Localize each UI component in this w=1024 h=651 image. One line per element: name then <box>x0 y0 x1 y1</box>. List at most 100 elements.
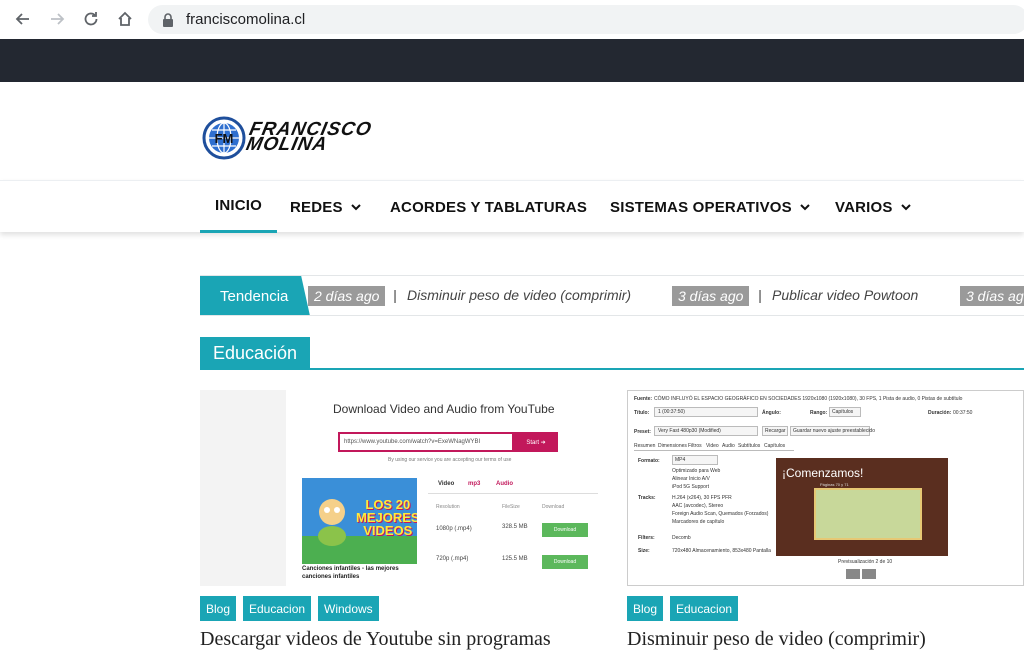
thumb-preview-caption: Previsualización 2 de 10 <box>838 559 893 565</box>
post-title[interactable]: Disminuir peso de video (comprimir) <box>627 628 926 651</box>
chevron-down-icon <box>350 204 361 211</box>
post-title[interactable]: Descargar videos de Youtube sin programa… <box>200 628 551 651</box>
nav-label: INICIO <box>215 197 263 214</box>
address-bar[interactable]: franciscomolina.cl <box>148 5 1024 34</box>
back-button[interactable] <box>12 8 34 30</box>
site-header: FM Francisco Molina <box>0 82 1024 180</box>
section-title[interactable]: Educación <box>200 337 311 370</box>
nav-item-inicio[interactable]: INICIO <box>200 181 278 233</box>
thumb-reload-label: Recargar <box>765 428 786 434</box>
thumb-tab: Resumen <box>634 443 656 449</box>
thumb-track: AAC (avcodec), Stereo <box>672 503 724 509</box>
nav-label: ACORDES Y TABLATURAS <box>390 198 588 216</box>
thumb-format-label: Formato: <box>638 458 660 464</box>
thumb-tracks-label: Tracks: <box>638 495 656 501</box>
thumb-col-download: Download <box>542 504 565 510</box>
ticker-separator: | <box>393 287 397 303</box>
home-button[interactable] <box>114 8 136 30</box>
site-logo[interactable]: Francisco Molina <box>244 119 374 155</box>
thumb-heading: Download Video and Audio from YouTube <box>333 402 555 416</box>
thumb-opt: iPod 5G Support <box>672 484 709 490</box>
thumb-side-panel <box>200 390 286 586</box>
thumb-video-sticker: LOS 20 MEJORES VIDEOS <box>356 497 417 538</box>
thumb-note: By using our service you are accepting o… <box>388 457 512 463</box>
post-thumbnail[interactable]: Download Video and Audio from YouTube ht… <box>200 390 602 586</box>
post-thumbnail[interactable]: Fuente: CÓMO INFLUYÓ EL ESPACIO GEOGRÁFI… <box>627 390 1024 586</box>
nav-label: VARIOS <box>835 198 893 216</box>
thumb-tab: Capítulos <box>764 443 786 449</box>
thumb-range-select: Capítulos <box>829 407 861 417</box>
thumb-opt: Alinear Inicio A/V <box>672 476 710 482</box>
thumb-format-value: MP4 <box>675 457 686 463</box>
forward-button[interactable] <box>46 8 68 30</box>
thumb-tab-audio: Audio <box>496 481 513 487</box>
thumb-row-size: 328.5 MB <box>502 524 528 530</box>
thumb-title-select: 1 (00:37:50) <box>654 407 758 417</box>
trending-ticker: Tendencia 2 días ago | Disminuir peso de… <box>200 275 1024 316</box>
thumb-video-caption: Canciones infantiles - las mejores canci… <box>302 566 399 580</box>
thumb-duration-value: 00:37:50 <box>953 410 973 416</box>
section-header: Educación <box>200 337 1024 370</box>
tag-educacion[interactable]: Educacion <box>243 596 312 621</box>
thumb-tab-video: Video <box>438 481 455 487</box>
thumb-title-label: Título: <box>634 410 650 416</box>
thumb-track: Marcadores de capítulo <box>672 519 725 525</box>
thumb-angle-label: Ángulo: <box>762 410 781 416</box>
arrow-left-icon <box>15 13 29 25</box>
thumb-tab: Subtítulos <box>738 443 761 449</box>
thumb-size-value: 720x480 Almacenamiento, 853x480 Pantalla <box>672 548 771 554</box>
thumb-source-label: Fuente: <box>634 396 653 402</box>
nav-item-acordes[interactable]: ACORDES Y TABLATURAS <box>390 181 587 233</box>
thumb-filters-label: Filters: <box>638 535 655 541</box>
tag-blog[interactable]: Blog <box>627 596 664 621</box>
ticker-label: Tendencia <box>200 276 310 315</box>
nav-item-redes[interactable]: REDES <box>290 181 361 233</box>
ticker-link[interactable]: Publicar video Powtoon <box>772 287 918 303</box>
nav-item-sistemas-operativos[interactable]: SISTEMAS OPERATIVOS <box>610 181 810 233</box>
thumb-title-value: 1 (00:37:50) <box>658 409 685 415</box>
thumb-format-select: MP4 <box>672 455 718 465</box>
thumb-tab: Dimensiones <box>658 443 687 449</box>
nav-label: REDES <box>290 198 343 216</box>
chevron-down-icon <box>800 204 810 211</box>
thumb-row-res: 720p (.mp4) <box>436 556 469 562</box>
thumb-track: Foreign Audio Scan, Quemados (Forzados) <box>672 511 769 517</box>
thumb-preview-heading: ¡Comenzamos! <box>782 466 864 480</box>
thumb-col-filesize: FileSize <box>502 504 520 510</box>
thumb-track: H.264 (x264), 30 FPS PFR <box>672 495 732 501</box>
thumb-tab: Audio <box>722 443 735 449</box>
ticker-separator: | <box>758 287 762 303</box>
globe-logo-icon[interactable]: FM <box>202 116 246 160</box>
thumb-col-resolution: Resolution <box>436 504 460 510</box>
thumb-tab-mp3: mp3 <box>468 481 481 487</box>
thumb-tab: Filtros <box>688 443 702 449</box>
tag-blog[interactable]: Blog <box>200 596 237 621</box>
thumb-preview-map <box>814 488 922 540</box>
thumb-tab: Video <box>706 443 719 449</box>
thumb-duration-label: Duración: <box>928 410 952 416</box>
home-icon <box>118 11 132 26</box>
ticker-date-badge: 3 días ag <box>960 286 1024 306</box>
thumb-range-label: Rango: <box>810 410 828 416</box>
tag-windows[interactable]: Windows <box>318 596 379 621</box>
chevron-down-icon <box>900 204 911 211</box>
lock-icon <box>163 12 173 27</box>
thumb-tabs: Video mp3 Audio <box>428 478 598 494</box>
nav-item-varios[interactable]: VARIOS <box>835 181 911 233</box>
thumb-filters-value: Decomb <box>672 535 691 541</box>
thumb-download-button: Download <box>542 523 588 537</box>
logo-mark-text: FM <box>215 131 234 146</box>
reload-button[interactable] <box>80 8 102 30</box>
tag-educacion[interactable]: Educacion <box>670 596 739 621</box>
thumb-next-arrow <box>862 569 876 579</box>
thumb-save-preset-label: Guardar nuevo ajuste preestablecido <box>793 428 875 434</box>
main-navigation: INICIO REDES ACORDES Y TABLATURAS SISTEM… <box>0 180 1024 233</box>
thumb-range-value: Capítulos <box>832 409 854 415</box>
ticker-date-badge: 2 días ago <box>308 286 386 306</box>
arrow-right-icon <box>51 13 65 25</box>
thumb-row-res: 1080p (.mp4) <box>436 526 472 532</box>
nav-label: SISTEMAS OPERATIVOS <box>610 198 792 216</box>
thumb-reload-button: Recargar <box>762 426 788 436</box>
ticker-link[interactable]: Disminuir peso de video (comprimir) <box>407 287 631 303</box>
thumb-video-preview: LOS 20 MEJORES VIDEOS <box>302 478 417 564</box>
